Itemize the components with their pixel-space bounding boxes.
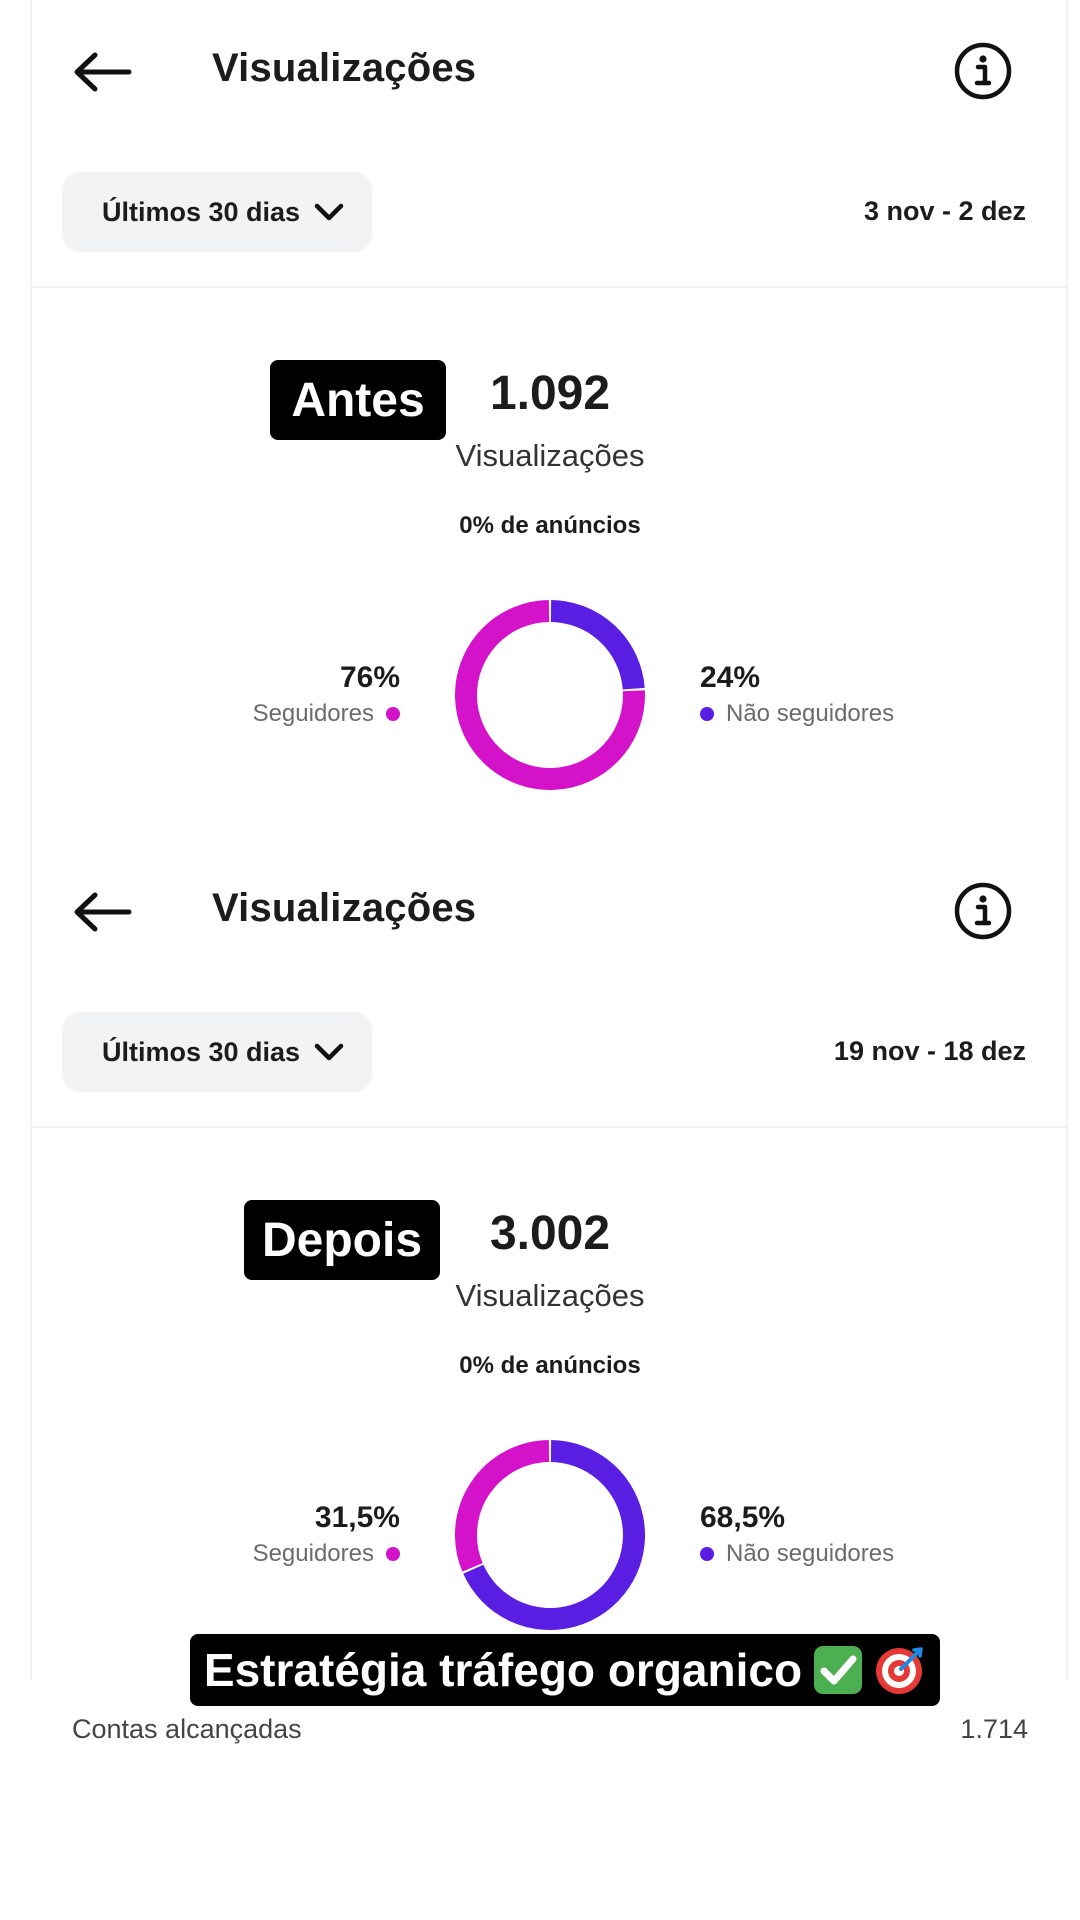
ads-share: 0% de anúncios [459, 1352, 641, 1379]
ads-share: 0% de anúncios [459, 512, 641, 539]
date-range-text: 3 nov - 2 dez [863, 196, 1026, 226]
chevron-down-icon [314, 1042, 344, 1062]
accounts-reached-label: Contas alcançadas [72, 1714, 302, 1744]
check-mark-icon [812, 1644, 864, 1696]
accounts-reached-row[interactable]: Contas alcançadas 1.714 [72, 1714, 1028, 1745]
info-icon [954, 882, 1012, 940]
followers-dot [386, 707, 400, 721]
non-followers-label-text: Não seguidores [726, 700, 895, 727]
before-screenshot: Visualizações Últimos 30 dias 3 nov - 2 … [0, 0, 1080, 840]
divider [30, 1126, 1068, 1128]
followers-label-text: Seguidores [252, 700, 374, 727]
followers-percentage: 76% [339, 661, 400, 694]
followers-percentage: 31,5% [314, 1501, 400, 1534]
before-tag: Antes [270, 360, 446, 440]
non-followers-legend-label: Não seguidores [700, 696, 894, 732]
non-followers-percentage: 24% [700, 661, 761, 694]
views-count: 3.002 [489, 1207, 611, 1260]
followers-dot [386, 1547, 400, 1561]
non-followers-dot [700, 1547, 714, 1561]
followers-slice [455, 1440, 550, 1572]
legend-non-followers: 24% Não seguidores [700, 660, 894, 732]
panel-edge [1066, 840, 1068, 1680]
arrow-left-icon [74, 892, 132, 932]
accounts-reached-value: 1.714 [960, 1714, 1028, 1744]
non-followers-legend-label: Não seguidores [700, 1536, 894, 1572]
arrow-left-icon [74, 52, 132, 92]
followers-legend-label: Seguidores [253, 1536, 400, 1572]
legend-non-followers: 68,5% Não seguidores [700, 1500, 894, 1572]
legend-followers: 31,5% Seguidores [253, 1500, 400, 1572]
panel-edge [30, 840, 32, 1680]
after-tag: Depois [244, 1200, 440, 1280]
back-button[interactable] [68, 884, 136, 940]
caption-text: Estratégia tráfego organico [203, 1644, 803, 1696]
info-button[interactable] [952, 880, 1014, 942]
date-range-dropdown[interactable]: Últimos 30 dias [62, 172, 372, 252]
date-range-dropdown[interactable]: Últimos 30 dias [62, 1012, 372, 1092]
date-range-text: 19 nov - 18 dez [833, 1036, 1026, 1066]
views-label: Visualizações [455, 1278, 645, 1313]
views-label: Visualizações [455, 438, 645, 473]
legend-followers: 76% Seguidores [253, 660, 400, 732]
followers-donut-chart [455, 1440, 645, 1630]
caption-banner: Estratégia tráfego organico [190, 1634, 940, 1706]
page-title: Visualizações [212, 886, 477, 930]
panel-edge [30, 0, 32, 840]
views-count: 1.092 [489, 367, 611, 420]
info-button[interactable] [952, 40, 1014, 102]
non-followers-slice [550, 600, 645, 690]
non-followers-label-text: Não seguidores [726, 1540, 895, 1567]
info-icon [954, 42, 1012, 100]
target-icon [874, 1644, 926, 1696]
followers-donut-chart [455, 600, 645, 790]
back-button[interactable] [68, 44, 136, 100]
date-range-dropdown-label: Últimos 30 dias [102, 1036, 301, 1067]
chevron-down-icon [314, 202, 344, 222]
after-screenshot: Visualizações Últimos 30 dias 19 nov - 1… [0, 840, 1080, 1680]
non-followers-dot [700, 707, 714, 721]
panel-edge [1066, 0, 1068, 840]
date-range-dropdown-label: Últimos 30 dias [102, 196, 301, 227]
followers-label-text: Seguidores [252, 1540, 374, 1567]
followers-legend-label: Seguidores [253, 696, 400, 732]
page-title: Visualizações [212, 46, 477, 90]
divider [30, 286, 1068, 288]
non-followers-percentage: 68,5% [700, 1501, 786, 1534]
